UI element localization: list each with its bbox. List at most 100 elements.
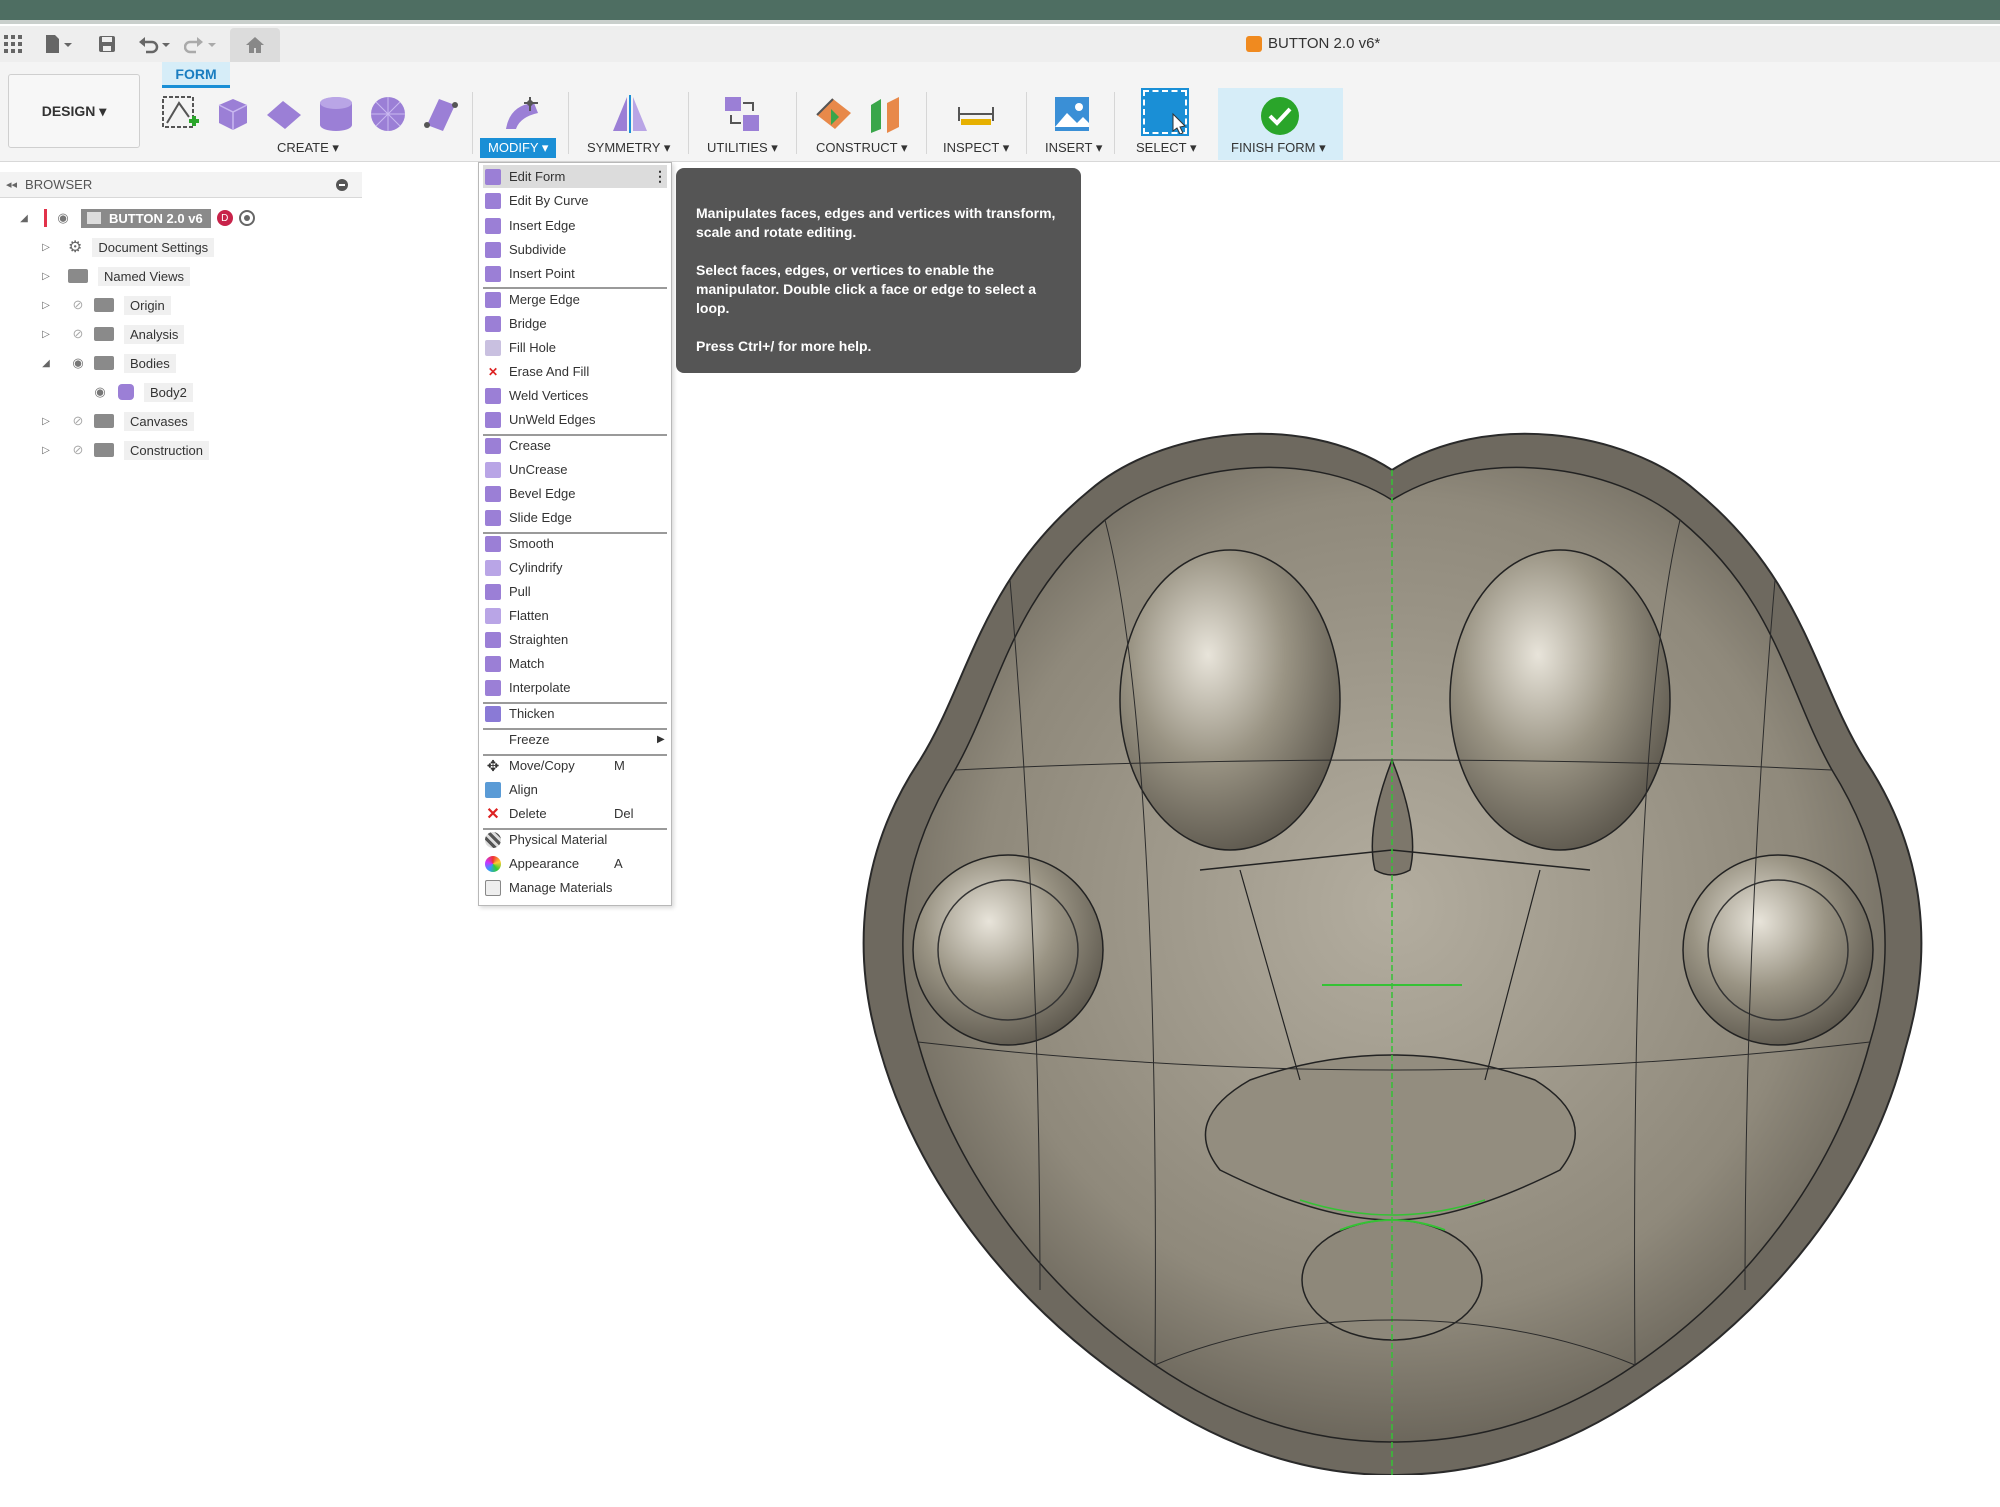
hidden-eye-icon[interactable]: ⊘ — [68, 297, 88, 312]
construct-group-label[interactable]: CONSTRUCT ▾ — [816, 140, 908, 156]
menu-item-flatten[interactable]: Flatten — [483, 604, 667, 627]
undo-icon[interactable] — [138, 32, 172, 56]
utilities-group-label[interactable]: UTILITIES ▾ — [707, 140, 778, 156]
menu-item-pull[interactable]: Pull — [483, 580, 667, 603]
quadball-icon[interactable] — [418, 92, 462, 136]
menu-item-edit-form[interactable]: Edit Form ⋮ — [483, 165, 667, 188]
symmetry-icon[interactable] — [608, 92, 652, 136]
submenu-arrow-icon: ▶ — [657, 734, 665, 745]
collapsed-triangle-icon[interactable]: ▷ — [40, 329, 52, 340]
tree-item-body2[interactable]: ◉ Body2 — [84, 380, 193, 404]
shortcut-label: A — [614, 856, 623, 871]
tab-form[interactable]: FORM — [162, 62, 230, 88]
select-icon[interactable] — [1141, 88, 1189, 136]
menu-item-insert-point[interactable]: Insert Point — [483, 262, 667, 285]
collapsed-triangle-icon[interactable]: ▷ — [40, 242, 52, 253]
offset-plane-icon[interactable] — [812, 92, 856, 136]
unweld-edges-icon — [485, 411, 501, 428]
hidden-eye-icon[interactable]: ⊘ — [68, 326, 88, 341]
box-icon[interactable] — [210, 92, 254, 136]
save-icon[interactable] — [98, 32, 116, 56]
symmetry-group-label[interactable]: SYMMETRY ▾ — [587, 140, 670, 156]
menu-item-slide-edge[interactable]: Slide Edge — [483, 506, 667, 529]
menu-item-erase-and-fill[interactable]: ✕ Erase And Fill — [483, 360, 667, 383]
menu-item-fill-hole[interactable]: Fill Hole — [483, 336, 667, 359]
menu-item-physical-material[interactable]: Physical Material — [483, 828, 667, 851]
menu-item-match[interactable]: Match — [483, 652, 667, 675]
file-icon[interactable] — [44, 32, 74, 56]
menu-item-bevel-edge[interactable]: Bevel Edge — [483, 482, 667, 505]
align-icon — [485, 781, 501, 798]
workspace-switcher[interactable]: DESIGN ▾ — [8, 74, 140, 148]
measure-icon[interactable] — [954, 92, 998, 136]
modify-edit-form-icon[interactable] — [498, 92, 548, 136]
sphere-icon[interactable] — [366, 92, 410, 136]
folder-icon — [68, 269, 88, 283]
apps-grid-icon[interactable] — [4, 32, 22, 56]
menu-item-manage-materials[interactable]: Manage Materials — [483, 876, 667, 899]
tree-item-construction[interactable]: ▷ ⊘ Construction — [40, 438, 209, 462]
tree-item-bodies[interactable]: ◢ ◉ Bodies — [40, 351, 176, 375]
collapsed-triangle-icon[interactable]: ▷ — [40, 445, 52, 456]
create-group-label[interactable]: CREATE ▾ — [277, 140, 339, 156]
design-history-badge-icon[interactable]: D — [216, 210, 233, 226]
plane-at-angle-icon[interactable] — [864, 92, 908, 136]
visibility-eye-icon[interactable]: ◉ — [90, 384, 110, 399]
menu-item-straighten[interactable]: Straighten — [483, 628, 667, 651]
menu-item-move-copy[interactable]: ✥ Move/Copy M — [483, 754, 667, 777]
menu-item-weld-vertices[interactable]: Weld Vertices — [483, 384, 667, 407]
tree-item-origin[interactable]: ▷ ⊘ Origin — [40, 293, 171, 317]
browser-pin-icon[interactable] — [336, 178, 348, 191]
inspect-group-label[interactable]: INSPECT ▾ — [943, 140, 1009, 156]
expanded-triangle-icon[interactable]: ◢ — [18, 213, 30, 224]
create-sketch-icon[interactable] — [158, 92, 202, 136]
tree-item-named-views[interactable]: ▷ Named Views — [40, 264, 190, 288]
finish-form-group-label[interactable]: FINISH FORM ▾ — [1231, 140, 1326, 156]
menu-item-edit-by-curve[interactable]: Edit By Curve — [483, 189, 667, 212]
home-tab[interactable] — [230, 28, 280, 62]
more-options-icon[interactable]: ⋮ — [653, 168, 667, 185]
plane-icon[interactable] — [262, 92, 306, 136]
menu-item-crease[interactable]: Crease — [483, 434, 667, 457]
menu-item-freeze[interactable]: Freeze ▶ — [483, 728, 667, 751]
menu-item-merge-edge[interactable]: Merge Edge — [483, 288, 667, 311]
menu-item-insert-edge[interactable]: Insert Edge — [483, 214, 667, 237]
tree-item-document-settings[interactable]: ▷ ⚙ Document Settings — [40, 235, 215, 259]
menu-item-interpolate[interactable]: Interpolate — [483, 676, 667, 699]
menu-item-align[interactable]: Align — [483, 778, 667, 801]
insert-group-label[interactable]: INSERT ▾ — [1045, 140, 1102, 156]
modify-group-label[interactable]: MODIFY ▾ — [480, 138, 557, 158]
insert-image-icon[interactable] — [1050, 92, 1094, 136]
visibility-eye-icon[interactable]: ◉ — [53, 210, 73, 225]
redo-icon[interactable] — [184, 32, 218, 56]
menu-item-smooth[interactable]: Smooth — [483, 532, 667, 555]
activate-radio-icon[interactable] — [238, 210, 255, 226]
cylinder-icon[interactable] — [314, 92, 358, 136]
t-spline-body[interactable] — [860, 430, 1925, 1475]
menu-item-cylindrify[interactable]: Cylindrify — [483, 556, 667, 579]
menu-item-bridge[interactable]: Bridge — [483, 312, 667, 335]
expanded-triangle-icon[interactable]: ◢ — [40, 358, 52, 369]
match-icon — [485, 655, 501, 672]
menu-item-unweld-edges[interactable]: UnWeld Edges — [483, 408, 667, 431]
finish-form-icon[interactable] — [1258, 94, 1302, 138]
tree-item-canvases[interactable]: ▷ ⊘ Canvases — [40, 409, 194, 433]
collapse-browser-icon[interactable]: ◂◂ — [6, 178, 17, 191]
hidden-eye-icon[interactable]: ⊘ — [68, 442, 88, 457]
menu-item-appearance[interactable]: Appearance A — [483, 852, 667, 875]
collapsed-triangle-icon[interactable]: ▷ — [40, 416, 52, 427]
collapsed-triangle-icon[interactable]: ▷ — [40, 271, 52, 282]
menu-item-subdivide[interactable]: Subdivide — [483, 238, 667, 261]
tree-root[interactable]: ◢ ◉ BUTTON 2.0 v6 D — [18, 206, 255, 230]
menu-item-delete[interactable]: ✕ Delete Del — [483, 802, 667, 825]
collapsed-triangle-icon[interactable]: ▷ — [40, 300, 52, 311]
thicken-icon — [485, 705, 501, 722]
select-group-label[interactable]: SELECT ▾ — [1136, 140, 1196, 156]
utilities-icon[interactable] — [720, 92, 764, 136]
uncrease-icon — [485, 461, 501, 478]
visibility-eye-icon[interactable]: ◉ — [68, 355, 88, 370]
menu-item-uncrease[interactable]: UnCrease — [483, 458, 667, 481]
menu-item-thicken[interactable]: Thicken — [483, 702, 667, 725]
tree-item-analysis[interactable]: ▷ ⊘ Analysis — [40, 322, 185, 346]
hidden-eye-icon[interactable]: ⊘ — [68, 413, 88, 428]
